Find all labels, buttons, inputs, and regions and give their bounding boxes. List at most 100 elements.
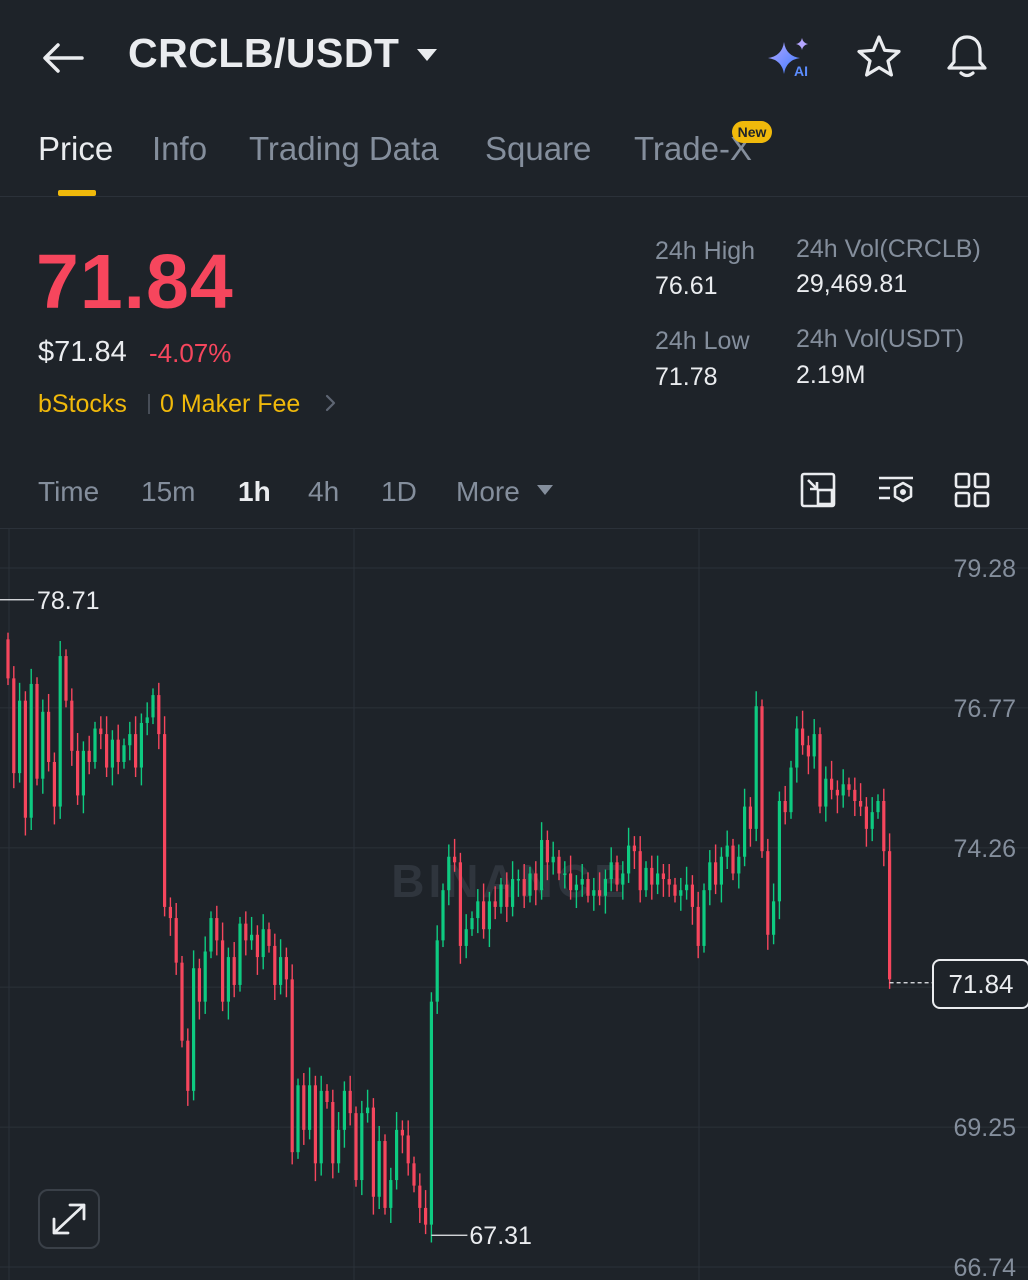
candle-body <box>128 734 132 746</box>
maker-fee-link[interactable]: 0 Maker Fee <box>160 390 300 419</box>
candle <box>6 632 10 686</box>
candle <box>377 1125 381 1210</box>
chart-layout-icon[interactable] <box>798 470 838 510</box>
candle-body <box>406 1135 410 1164</box>
y-axis-label: 69.25 <box>953 1114 1016 1142</box>
stat-24h-vol-base-value: 29,469.81 <box>796 270 908 298</box>
candle-body <box>748 806 752 829</box>
candle <box>221 922 225 1012</box>
candle <box>296 1078 300 1159</box>
indicator-settings-icon[interactable] <box>876 470 916 510</box>
candle <box>673 877 677 903</box>
timeframe-more[interactable]: More <box>456 476 520 508</box>
candle-body <box>592 890 596 896</box>
candle <box>360 1100 364 1196</box>
candle-body <box>23 700 27 818</box>
chevron-right-icon[interactable] <box>322 390 340 416</box>
tab-square[interactable]: Square <box>485 130 591 168</box>
candle-body <box>348 1090 352 1114</box>
candle-body <box>818 734 822 807</box>
candle <box>41 699 45 794</box>
candle-body <box>743 806 747 857</box>
candle-body <box>569 873 573 891</box>
candle-body <box>644 867 648 891</box>
candle <box>366 1089 370 1123</box>
timeframe-1d[interactable]: 1D <box>381 476 417 508</box>
back-arrow-icon[interactable] <box>38 34 86 82</box>
candlestick-chart[interactable]: BINANCE 79.2876.7774.2671.7669.2566.74 7… <box>0 529 1028 1280</box>
candle <box>424 1190 428 1235</box>
candle-body <box>395 1129 399 1181</box>
candle <box>389 1167 393 1223</box>
star-icon[interactable] <box>856 34 902 80</box>
candle-body <box>360 1113 364 1181</box>
candle <box>644 861 648 897</box>
candle-body <box>603 879 607 896</box>
candle <box>632 836 636 870</box>
candle <box>801 710 805 755</box>
last-price: 71.84 <box>36 239 234 325</box>
timeframe-4h[interactable]: 4h <box>308 476 339 508</box>
y-axis-labels: 79.2876.7774.2671.7669.2566.74 <box>953 555 1016 1280</box>
timeframe-1h[interactable]: 1h <box>238 476 271 508</box>
candle-body <box>29 683 33 818</box>
timeframe-15m[interactable]: 15m <box>141 476 195 508</box>
candle <box>783 785 787 825</box>
grid-view-icon[interactable] <box>952 470 992 510</box>
candle <box>719 847 723 903</box>
candle <box>824 766 828 822</box>
candle-body <box>424 1207 428 1225</box>
candle <box>656 855 660 895</box>
candle <box>261 914 265 970</box>
candle-body <box>835 789 839 796</box>
candle-body <box>267 929 271 946</box>
candle <box>29 668 33 830</box>
candle-body <box>690 884 694 907</box>
tab-info[interactable]: Info <box>152 130 207 168</box>
trading-pair-title[interactable]: CRCLB/USDT <box>128 30 399 77</box>
candle <box>232 942 236 998</box>
candle <box>203 936 207 1014</box>
ai-sparkle-icon[interactable]: AI <box>764 36 814 80</box>
candle-body <box>174 918 178 963</box>
expand-icon[interactable] <box>38 1189 100 1249</box>
candle-body <box>151 695 155 718</box>
candle-body <box>87 750 91 762</box>
candle-body <box>470 918 474 930</box>
candle <box>638 836 642 903</box>
candle-body <box>557 856 561 874</box>
bstocks-tag[interactable]: bStocks <box>38 390 127 419</box>
candle-body <box>279 957 283 985</box>
candle-body <box>841 784 845 796</box>
y-axis-label: 79.28 <box>953 555 1016 583</box>
candle <box>835 780 839 814</box>
candle <box>748 797 752 847</box>
candle-body <box>754 706 758 829</box>
candle <box>209 911 213 959</box>
candle <box>180 955 184 1048</box>
candle <box>23 691 27 836</box>
caret-down-icon[interactable] <box>536 484 554 496</box>
candle-body <box>627 845 631 874</box>
candle-body <box>383 1141 387 1208</box>
candle <box>58 641 62 819</box>
candle-body <box>638 851 642 891</box>
candle-body <box>58 656 62 807</box>
timeframe-time[interactable]: Time <box>38 476 99 508</box>
candle-body <box>447 856 451 891</box>
candle <box>168 897 172 936</box>
candle <box>267 922 271 953</box>
candle-body <box>487 901 491 930</box>
candle-body <box>47 711 51 762</box>
candle-body <box>516 879 520 881</box>
candle-body <box>418 1185 422 1208</box>
candle-body <box>168 906 172 919</box>
candle <box>70 688 74 766</box>
candle-body <box>632 845 636 852</box>
caret-down-icon[interactable] <box>416 48 438 62</box>
bell-icon[interactable] <box>944 32 990 80</box>
tab-price[interactable]: Price <box>38 130 113 168</box>
tab-trading-data[interactable]: Trading Data <box>249 130 439 168</box>
candle-body <box>6 639 10 679</box>
y-axis-label: 76.77 <box>953 695 1016 723</box>
